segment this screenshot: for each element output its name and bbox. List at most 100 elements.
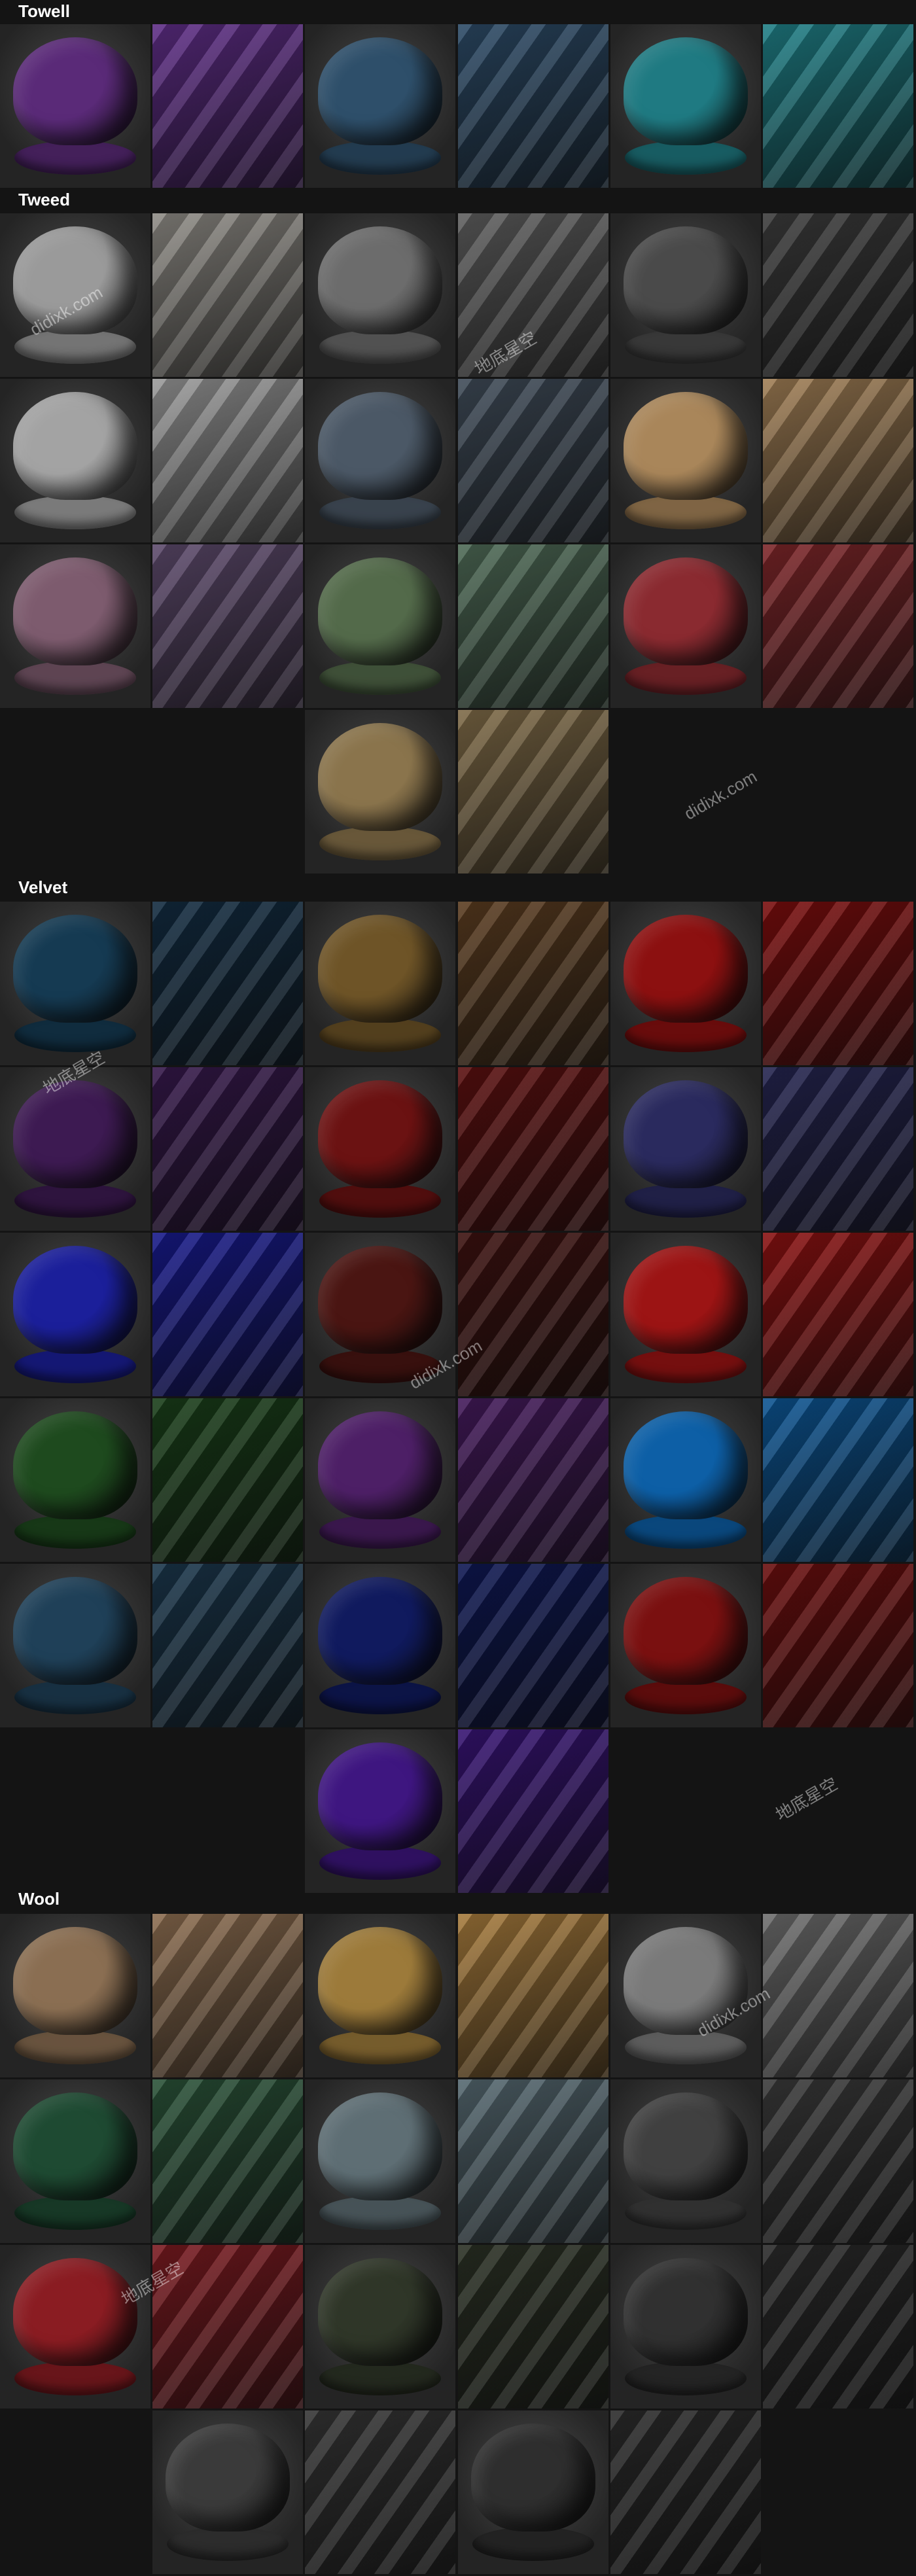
material-preview-sphere xyxy=(305,24,455,188)
draped-sphere xyxy=(13,226,137,334)
material-swatch xyxy=(763,1564,913,1727)
sphere-pedestal xyxy=(14,495,136,529)
section-title-wool: Wool xyxy=(18,1889,60,1909)
draped-sphere xyxy=(13,557,137,665)
draped-sphere xyxy=(471,2424,595,2532)
fabric-folds xyxy=(152,544,303,708)
fabric-folds xyxy=(763,544,913,708)
sphere-pedestal xyxy=(472,2527,594,2561)
material-preview-sphere xyxy=(0,1564,150,1727)
material-preview-sphere xyxy=(0,213,150,377)
material-preview-sphere xyxy=(152,2410,303,2574)
sphere-pedestal xyxy=(625,1680,747,1714)
draped-sphere xyxy=(166,2424,290,2532)
draped-sphere xyxy=(624,392,748,500)
material-preview-sphere xyxy=(610,379,761,542)
sphere-pedestal xyxy=(14,2361,136,2395)
fabric-folds xyxy=(458,1564,608,1727)
material-preview-sphere xyxy=(305,1398,455,1562)
material-swatch xyxy=(305,2410,455,2574)
fabric-folds xyxy=(152,2079,303,2243)
fabric-folds xyxy=(610,2410,761,2574)
material-swatch xyxy=(458,24,608,188)
fabric-folds xyxy=(152,213,303,377)
fabric-folds xyxy=(763,1398,913,1562)
sphere-pedestal xyxy=(319,826,441,860)
material-preview-sphere xyxy=(610,1398,761,1562)
draped-sphere xyxy=(318,392,442,500)
sphere-pedestal xyxy=(319,495,441,529)
fabric-folds xyxy=(458,1914,608,2077)
material-preview-sphere xyxy=(610,213,761,377)
material-swatch xyxy=(763,544,913,708)
draped-sphere xyxy=(318,226,442,334)
fabric-folds xyxy=(458,1067,608,1231)
material-swatch xyxy=(152,1067,303,1231)
sphere-pedestal xyxy=(625,2196,747,2230)
material-swatch xyxy=(763,2079,913,2243)
fabric-folds xyxy=(763,1233,913,1396)
fabric-folds xyxy=(152,1398,303,1562)
fabric-folds xyxy=(763,1564,913,1727)
fabric-folds xyxy=(763,2245,913,2408)
material-preview-sphere xyxy=(305,1564,455,1727)
fabric-folds xyxy=(152,2245,303,2408)
draped-sphere xyxy=(318,915,442,1023)
material-preview-sphere xyxy=(305,379,455,542)
sphere-pedestal xyxy=(319,2030,441,2064)
watermark-text: didixk.com xyxy=(680,766,760,824)
fabric-folds xyxy=(152,1067,303,1231)
material-swatch xyxy=(458,213,608,377)
fabric-folds xyxy=(458,24,608,188)
fabric-folds xyxy=(305,2410,455,2574)
material-swatch xyxy=(763,1398,913,1562)
sphere-pedestal xyxy=(625,2030,747,2064)
material-preview-sphere xyxy=(0,544,150,708)
fabric-folds xyxy=(763,2079,913,2243)
material-swatch xyxy=(610,2410,761,2574)
fabric-folds xyxy=(152,379,303,542)
material-swatch xyxy=(152,1233,303,1396)
sphere-pedestal xyxy=(625,1515,747,1549)
draped-sphere xyxy=(624,37,748,145)
material-swatch xyxy=(763,2245,913,2408)
draped-sphere xyxy=(13,392,137,500)
material-swatch xyxy=(152,544,303,708)
sphere-pedestal xyxy=(167,2527,289,2561)
material-swatch xyxy=(152,24,303,188)
material-swatch xyxy=(152,213,303,377)
draped-sphere xyxy=(624,915,748,1023)
fabric-folds xyxy=(152,902,303,1065)
sphere-pedestal xyxy=(14,330,136,364)
draped-sphere xyxy=(624,1080,748,1188)
sphere-pedestal xyxy=(625,330,747,364)
fabric-folds xyxy=(458,710,608,873)
draped-sphere xyxy=(318,2258,442,2366)
draped-sphere xyxy=(318,37,442,145)
draped-sphere xyxy=(318,1742,442,1850)
fabric-folds xyxy=(152,1233,303,1396)
draped-sphere xyxy=(624,1246,748,1354)
material-swatch xyxy=(458,1914,608,2077)
sphere-pedestal xyxy=(625,1018,747,1052)
section-title-tweed: Tweed xyxy=(18,190,70,209)
material-swatch xyxy=(152,2079,303,2243)
sphere-pedestal xyxy=(14,1349,136,1383)
material-preview-sphere xyxy=(458,2410,608,2574)
material-swatch xyxy=(152,1914,303,2077)
sphere-pedestal xyxy=(319,1680,441,1714)
sphere-pedestal xyxy=(319,661,441,695)
material-preview-sphere xyxy=(0,1067,150,1231)
draped-sphere xyxy=(318,1411,442,1519)
material-preview-sphere xyxy=(305,2079,455,2243)
material-preview-sphere xyxy=(0,1398,150,1562)
sphere-pedestal xyxy=(625,1349,747,1383)
material-preview-sphere xyxy=(305,2245,455,2408)
material-preview-sphere xyxy=(305,1067,455,1231)
draped-sphere xyxy=(318,2092,442,2200)
draped-sphere xyxy=(13,1577,137,1685)
material-swatch xyxy=(763,1233,913,1396)
sphere-pedestal xyxy=(625,495,747,529)
material-swatch xyxy=(152,1398,303,1562)
material-swatch xyxy=(152,379,303,542)
